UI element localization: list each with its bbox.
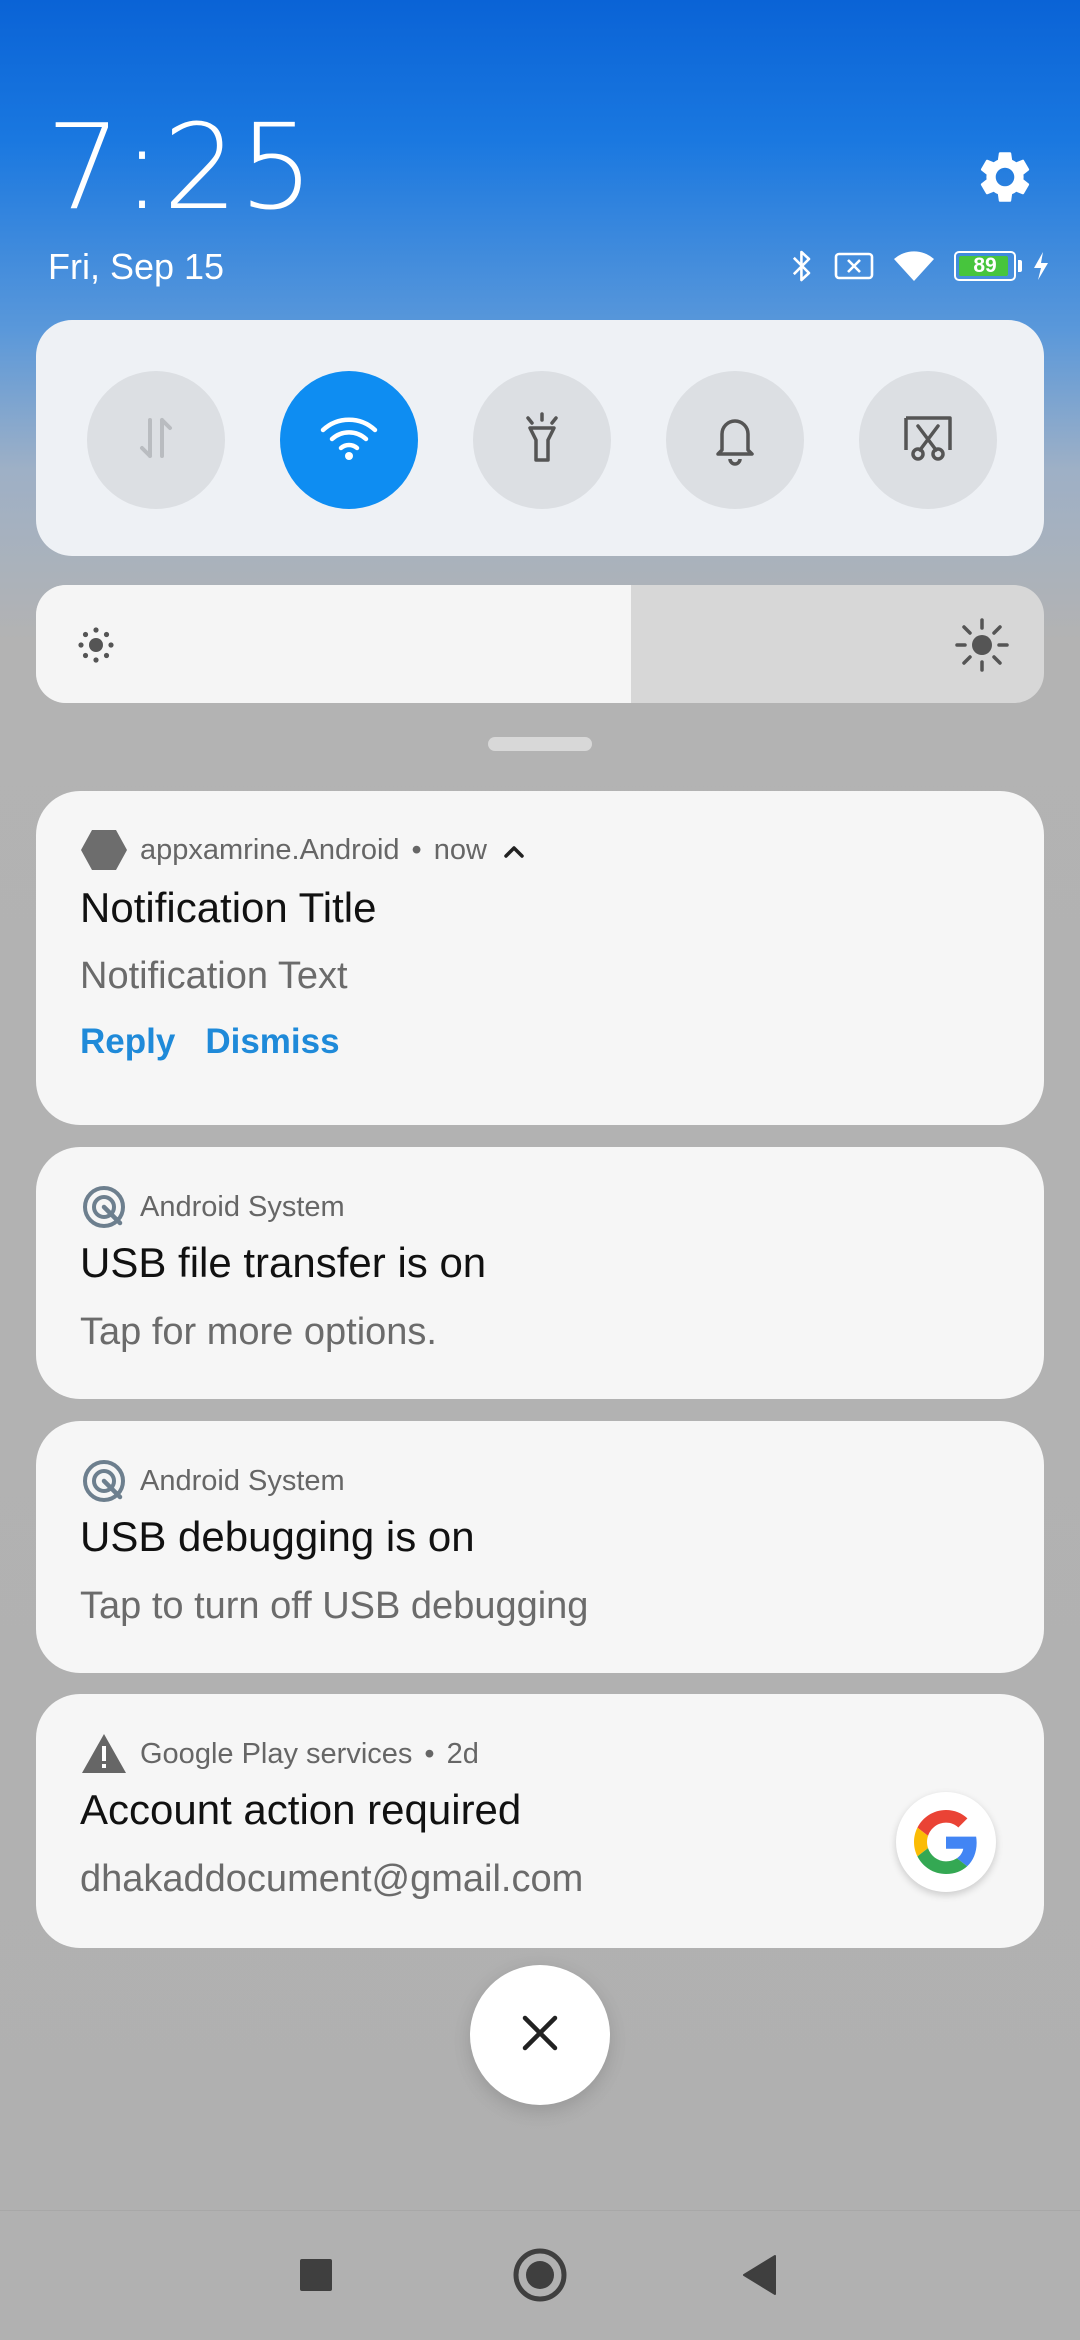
bell-icon	[710, 410, 760, 471]
charging-bolt-icon	[1032, 251, 1050, 281]
notification-time: now	[433, 833, 487, 866]
notification-app-name: Google Play services	[140, 1737, 413, 1770]
brightness-low-icon	[76, 625, 116, 670]
notification-card-google-play[interactable]: Google Play services • 2d Account action…	[36, 1694, 1044, 1948]
screenshot-icon	[900, 412, 956, 469]
brightness-high-icon	[954, 617, 1010, 678]
notification-text: Tap to turn off USB debugging	[80, 1585, 589, 1627]
brightness-slider[interactable]	[36, 585, 1044, 703]
notification-title: USB file transfer is on	[80, 1239, 487, 1286]
wifi-signal-icon	[892, 249, 936, 283]
notification-card-app[interactable]: appxamrine.Android • now Notification Ti…	[36, 791, 1044, 1125]
notification-title: Notification Title	[80, 884, 377, 931]
notification-header: Google Play services • 2d	[80, 1730, 479, 1778]
home-circle-icon	[512, 2247, 568, 2308]
clear-all-button[interactable]	[470, 1965, 610, 2105]
notification-card-usb-debugging[interactable]: Android System USB debugging is on Tap t…	[36, 1421, 1044, 1673]
notification-actions: Reply Dismiss	[80, 1022, 340, 1062]
notification-title: Account action required	[80, 1786, 522, 1833]
bluetooth-icon	[788, 248, 816, 284]
battery-icon: 89	[954, 251, 1022, 281]
date[interactable]: Fri, Sep 15	[48, 246, 224, 288]
toggle-screenshot[interactable]	[859, 371, 997, 509]
recents-button[interactable]	[286, 2247, 346, 2307]
android-system-icon	[80, 1457, 128, 1505]
notification-card-usb-transfer[interactable]: Android System USB file transfer is on T…	[36, 1147, 1044, 1399]
chevron-up-icon[interactable]	[503, 834, 525, 867]
app-hexagon-icon	[80, 826, 128, 874]
data-transfer-icon	[130, 412, 182, 469]
android-system-icon	[80, 1183, 128, 1231]
back-button[interactable]	[730, 2247, 790, 2307]
brightness-fill	[36, 585, 631, 703]
drag-handle[interactable]	[488, 737, 592, 751]
google-logo-icon	[896, 1792, 996, 1892]
separator-dot: •	[424, 1737, 435, 1770]
notification-app-name: Android System	[140, 1464, 345, 1497]
settings-gear-icon[interactable]	[974, 146, 1036, 208]
wifi-icon	[319, 414, 379, 467]
warning-icon	[80, 1730, 128, 1778]
notification-text: Tap for more options.	[80, 1311, 437, 1353]
notification-header: Android System	[80, 1457, 345, 1505]
status-bar-icons: 89	[788, 246, 1050, 286]
separator-dot: •	[411, 833, 422, 866]
notification-app-name: Android System	[140, 1190, 345, 1223]
dismiss-button[interactable]: Dismiss	[205, 1022, 339, 1062]
flashlight-icon	[516, 410, 568, 471]
toggle-flashlight[interactable]	[473, 371, 611, 509]
notification-time: 2d	[446, 1737, 479, 1770]
notification-header: appxamrine.Android • now	[80, 826, 525, 874]
notification-app-name: appxamrine.Android	[140, 833, 400, 866]
toggle-sound[interactable]	[666, 371, 804, 509]
notification-header: Android System	[80, 1183, 345, 1231]
no-sim-icon	[834, 251, 874, 281]
notification-title: USB debugging is on	[80, 1513, 475, 1560]
toggle-mobile-data[interactable]	[87, 371, 225, 509]
battery-level: 89	[973, 254, 997, 277]
navigation-bar	[0, 2210, 1080, 2340]
notification-text: Notification Text	[80, 955, 348, 997]
notification-text: dhakaddocument@gmail.com	[80, 1858, 584, 1900]
close-icon	[520, 2013, 560, 2058]
back-triangle-icon	[741, 2254, 779, 2301]
clock[interactable]: 7:25	[46, 108, 315, 226]
reply-button[interactable]: Reply	[80, 1022, 175, 1062]
home-button[interactable]	[510, 2247, 570, 2307]
toggle-wifi[interactable]	[280, 371, 418, 509]
quick-settings-panel	[36, 320, 1044, 556]
square-icon	[299, 2258, 333, 2297]
